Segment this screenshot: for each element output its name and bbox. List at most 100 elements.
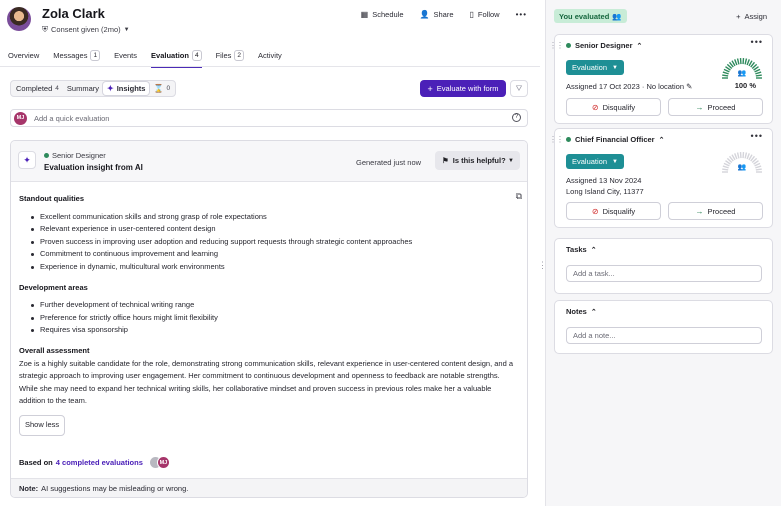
gauge-tick [754,68,761,73]
disqualify-button[interactable]: ⊘ Disqualify [566,202,661,220]
disqualify-label: Disqualify [602,102,636,112]
filter-button[interactable]: ⛛ [510,80,528,97]
tab-label: Events [114,51,138,60]
chevron-down-icon: ▼ [612,158,618,165]
tab-label: Evaluation [151,51,189,60]
drag-handle-icon[interactable]: ⋮⋮ [549,41,564,50]
stage-dropdown[interactable]: Evaluation ▼ [566,60,624,75]
add-note-input[interactable]: Add a note... [566,327,762,344]
feedback-dropdown[interactable]: ⚑ Is this helpful? ▼ [435,151,520,170]
avatar: MJ [156,456,170,469]
calendar-icon: ▦ [360,9,369,19]
job-location: No location [646,82,685,91]
evaluation-source: Based on 4 completed evaluations MJ [19,456,170,469]
note-text: AI suggestions may be misleading or wron… [41,483,189,493]
consent-label: Consent given (2mo) [51,25,121,34]
evaluate-label: Evaluate with form [436,84,499,93]
gauge-tick [754,162,761,167]
more-icon[interactable]: ••• [751,37,763,47]
subtab-insights[interactable]: ✦ Insights [103,82,150,95]
pane-resize-handle[interactable]: ⋮ [538,258,547,272]
gauge-tick [722,168,729,171]
header-actions: ▦ Schedule 👤 Share ▯ Follow ••• [361,10,527,19]
schedule-button[interactable]: ▦ Schedule [361,10,404,19]
tasks-card: Tasks ⌃ Add a task... [554,238,773,294]
follow-button[interactable]: ▯ Follow [470,10,500,19]
list-item: Excellent communication skills and stron… [31,211,519,224]
completed-evaluations-link[interactable]: 4 completed evaluations [56,458,143,467]
ai-insight-card: ✦ Senior Designer Evaluation insight fro… [10,140,528,498]
you-evaluated-badge: You evaluated 👥 [554,9,627,23]
proceed-button[interactable]: → Proceed [668,202,763,220]
job-title[interactable]: Senior Designer ⌃ [566,41,642,50]
users-icon: 👥 [738,70,747,77]
disqualify-button[interactable]: ⊘ Disqualify [566,98,661,116]
subtab-completed[interactable]: Completed 4 [12,82,63,95]
gauge-tick [722,165,729,169]
chevron-down-icon: ▼ [508,157,514,164]
assigned-date: Assigned 13 Nov 2024 [566,176,642,185]
pencil-icon[interactable]: ✎ [686,82,692,91]
status-dot [44,153,49,158]
tab-label: Overview [8,51,40,60]
subtab-label: Summary [66,84,99,93]
note-label: Note: [19,483,39,493]
help-icon[interactable]: ? [512,113,521,122]
proceed-label: Proceed [707,206,736,216]
chevron-down-icon: ▼ [612,64,618,71]
standout-list: Excellent communication skills and stron… [31,211,519,274]
gauge-tick [744,152,748,159]
notes-title-label: Notes [566,307,587,316]
share-icon: 👤 [419,9,430,19]
gauge-tick [755,71,762,75]
job-title-label: Chief Financial Officer [575,135,655,144]
assignment-info: Assigned 13 Nov 2024 Long Island City, 1… [566,175,644,197]
sidebar: You evaluated 👥 + Assign ⋮⋮ Senior Desig… [545,0,781,506]
tasks-title[interactable]: Tasks ⌃ [566,245,597,254]
stage-dropdown[interactable]: Evaluation ▼ [566,154,624,169]
users-icon: 👥 [738,164,747,171]
notes-title[interactable]: Notes ⌃ [566,307,597,316]
gauge-tick [746,59,750,66]
gauge-tick [736,152,740,159]
status-dot [566,137,571,142]
quick-evaluation-placeholder: Add a quick evaluation [34,113,110,123]
gauge-tick [723,68,730,73]
ban-icon: ⊘ [591,206,599,216]
list-item: Relevant experience in user-centered con… [31,223,519,236]
assigned-date: Assigned 17 Oct 2023 [566,82,640,91]
section-heading: Overall assessment [19,345,90,355]
proceed-button[interactable]: → Proceed [668,98,763,116]
quick-evaluation-input[interactable]: MJ Add a quick evaluation ? [10,109,528,127]
drag-handle-icon[interactable]: ⋮⋮ [549,135,564,144]
subtab-pending[interactable]: ⌛ 0 [149,82,174,95]
insight-body: ⧉ Standout qualities Excellent communica… [19,190,522,436]
add-task-input[interactable]: Add a task... [566,265,762,282]
users-icon: 👥 [612,11,622,21]
gauge-tick [722,71,729,75]
more-icon[interactable]: ••• [751,131,763,141]
show-less-button[interactable]: Show less [19,414,66,436]
evaluator-avatars: MJ [148,456,170,469]
proceed-label: Proceed [707,102,736,112]
consent-status[interactable]: ⛨ Consent given (2mo) ▼ [42,25,130,34]
share-button[interactable]: 👤 Share [420,10,454,19]
more-actions-button[interactable]: ••• [516,10,527,19]
bookmark-icon: ▯ [469,9,474,19]
job-title[interactable]: Chief Financial Officer ⌃ [566,135,664,144]
list-item: Commitment to continuous improvement and… [31,248,519,261]
ai-disclaimer: Note: AI suggestions may be misleading o… [11,478,527,497]
generated-timestamp: Generated just now [356,158,422,167]
insight-title: Evaluation insight from AI [44,163,143,172]
tab-label: Activity [258,51,282,60]
sparkle-icon: ✦ [107,83,114,93]
assign-button[interactable]: + Assign [736,12,767,21]
job-location: Long Island City, 11377 [566,187,644,196]
tab-label: Messages [53,51,88,60]
assignment-info: Assigned 17 Oct 2023 · No location ✎ [566,82,693,91]
subtab-summary[interactable]: Summary [63,82,103,95]
copy-icon[interactable]: ⧉ [516,190,522,203]
subtab-count: 0 [166,85,171,92]
insight-job: Senior Designer [44,151,106,160]
evaluate-with-form-button[interactable]: + Evaluate with form [420,80,506,97]
